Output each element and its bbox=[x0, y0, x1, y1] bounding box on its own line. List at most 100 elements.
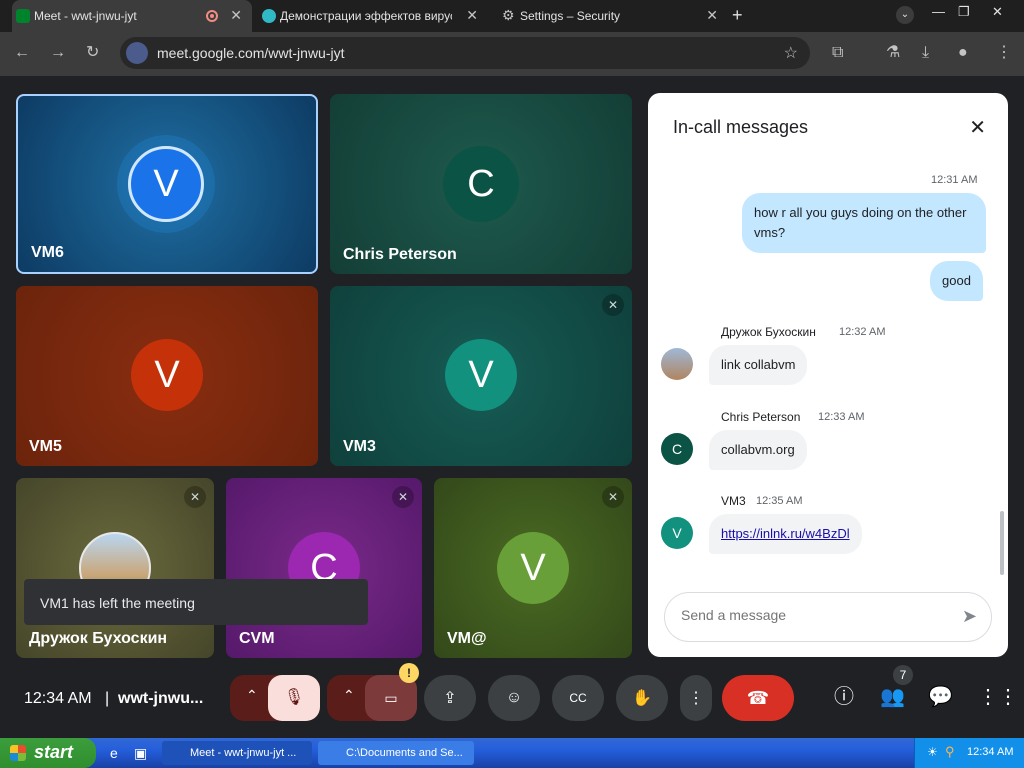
participant-tile[interactable]: V VM6 bbox=[16, 94, 318, 274]
mic-muted-icon: ✕ bbox=[602, 486, 624, 508]
start-button[interactable]: start bbox=[0, 738, 96, 768]
microphone-site-icon[interactable] bbox=[126, 42, 148, 64]
search-icon[interactable]: ⚲ bbox=[945, 744, 955, 760]
incoming-message: collabvm.org bbox=[709, 430, 807, 470]
separator: | bbox=[105, 690, 110, 707]
participant-name: Chris Peterson bbox=[343, 246, 457, 263]
download-icon[interactable]: ⤓ bbox=[922, 45, 929, 61]
avatar: C bbox=[443, 146, 519, 222]
participant-tile[interactable]: ✕ V VM@ bbox=[434, 478, 632, 658]
minimize-icon[interactable]: — bbox=[932, 4, 945, 19]
message-time: 12:31 AM bbox=[931, 174, 978, 186]
message-sender: Дружок Бухоскин bbox=[721, 325, 816, 339]
more-options-button[interactable]: ⋮ bbox=[680, 675, 712, 721]
participant-name: VM@ bbox=[447, 630, 487, 647]
close-window-icon[interactable]: ✕ bbox=[992, 4, 1003, 20]
close-icon[interactable]: ✕ bbox=[706, 8, 718, 22]
forward-icon[interactable]: → bbox=[50, 44, 66, 62]
chevron-up-icon[interactable]: ⌃ bbox=[246, 687, 258, 704]
url-text[interactable]: meet.google.com/wwt-jnwu-jyt bbox=[157, 45, 345, 61]
participant-tile[interactable]: V VM5 bbox=[16, 286, 318, 466]
tab-settings[interactable]: ⚙ Settings – Security ✕ bbox=[498, 0, 728, 32]
tab-settings-label: Settings – Security bbox=[520, 9, 621, 23]
send-icon[interactable]: ➤ bbox=[962, 606, 977, 627]
mic-off-button[interactable]: 🎙 bbox=[268, 675, 320, 721]
avatar: V bbox=[445, 339, 517, 411]
network-icon[interactable]: ☀ bbox=[927, 745, 938, 759]
info-icon[interactable]: ⓘ bbox=[834, 686, 854, 708]
taskbar-item-meet[interactable]: Meet - wwt-jnwu-jyt ... bbox=[162, 741, 312, 765]
gear-icon: ⚙ bbox=[502, 7, 515, 23]
tab-virus-demos-label: Демонстрации эффектов вирусов bbox=[280, 9, 452, 23]
taskbar: start e ▣ Meet - wwt-jnwu-jyt ... C:\Doc… bbox=[0, 738, 1024, 768]
activities-icon[interactable]: ⋮⋮ bbox=[978, 686, 1018, 708]
close-icon[interactable]: ✕ bbox=[230, 8, 242, 22]
participant-tile[interactable]: C Chris Peterson bbox=[330, 94, 632, 274]
taskbar-item-cmd[interactable]: C:\Documents and Se... bbox=[318, 741, 474, 765]
address-bar[interactable]: meet.google.com/wwt-jnwu-jyt ☆ bbox=[120, 37, 810, 69]
new-tab-icon[interactable]: + bbox=[732, 6, 743, 24]
outgoing-message: good bbox=[930, 261, 983, 301]
chat-panel: In-call messages ✕ 12:31 AM how r all yo… bbox=[648, 93, 1008, 657]
outgoing-message: how r all you guys doing on the other vm… bbox=[742, 193, 986, 253]
system-tray: ☀ ⚲ 12:34 AM bbox=[914, 738, 1024, 768]
browser-toolbar: ← → ↻ meet.google.com/wwt-jnwu-jyt ☆ ⧉ ⚗… bbox=[0, 32, 1024, 76]
tab-search-icon[interactable]: ⌄ bbox=[896, 6, 914, 24]
people-icon[interactable]: 👥 bbox=[880, 686, 905, 708]
tab-virus-demos[interactable]: Демонстрации эффектов вирусов ✕ bbox=[258, 0, 488, 32]
emoji-button[interactable]: ☺ bbox=[488, 675, 540, 721]
task-label: Meet - wwt-jnwu-jyt ... bbox=[190, 747, 297, 759]
avatar: C bbox=[661, 433, 693, 465]
reload-icon[interactable]: ↻ bbox=[86, 44, 99, 62]
present-screen-button[interactable]: ⇪ bbox=[424, 675, 476, 721]
incoming-message: https://inlnk.ru/w4BzDl bbox=[709, 514, 862, 554]
mic-muted-icon: ✕ bbox=[392, 486, 414, 508]
participant-name: Дружок Бухоскин bbox=[29, 630, 168, 647]
participant-name: VM3 bbox=[343, 438, 376, 455]
close-icon[interactable]: ✕ bbox=[466, 8, 478, 22]
warning-badge: ! bbox=[399, 663, 419, 683]
message-composer: ➤ bbox=[664, 592, 992, 642]
extensions-icon[interactable]: ⧉ bbox=[832, 45, 843, 61]
recording-icon bbox=[206, 10, 218, 22]
windows-logo-icon bbox=[10, 745, 26, 761]
captions-button[interactable]: CC bbox=[552, 675, 604, 721]
participant-tile[interactable]: ✕ C CVM bbox=[226, 478, 422, 658]
avatar: V bbox=[497, 532, 569, 604]
message-sender: Chris Peterson bbox=[721, 410, 801, 424]
chat-scrollbar[interactable] bbox=[1000, 511, 1004, 575]
meet-stage: V VM6 C Chris Peterson V VM5 ✕ V VM3 ✕ Д… bbox=[0, 76, 1024, 738]
close-icon[interactable]: ✕ bbox=[969, 115, 986, 140]
meeting-code[interactable]: wwt-jnwu... bbox=[118, 690, 203, 708]
ie-icon[interactable]: e bbox=[110, 745, 118, 761]
chevron-up-icon[interactable]: ⌃ bbox=[343, 687, 355, 704]
avatar: V bbox=[661, 517, 693, 549]
meet-favicon bbox=[16, 9, 30, 23]
raise-hand-button[interactable]: ✋ bbox=[616, 675, 668, 721]
message-time: 12:35 AM bbox=[756, 495, 803, 507]
incoming-message: link collabvm bbox=[709, 345, 808, 385]
message-time: 12:33 AM bbox=[818, 411, 865, 423]
bookmark-star-icon[interactable]: ☆ bbox=[784, 43, 798, 63]
profile-icon[interactable]: ● bbox=[958, 45, 968, 61]
back-icon[interactable]: ← bbox=[14, 44, 30, 62]
message-link[interactable]: https://inlnk.ru/w4BzDl bbox=[721, 526, 850, 541]
chat-icon[interactable]: 💬 bbox=[928, 686, 953, 708]
people-count-badge: 7 bbox=[893, 665, 913, 685]
participant-tile[interactable]: ✕ Дружок Бухоскин bbox=[16, 478, 214, 658]
menu-icon[interactable]: ⋮ bbox=[996, 45, 1012, 61]
message-input[interactable] bbox=[681, 607, 941, 623]
dog-photo-avatar bbox=[661, 348, 693, 380]
task-label: C:\Documents and Se... bbox=[346, 747, 463, 759]
participant-name: VM5 bbox=[29, 438, 62, 455]
mic-muted-icon: ✕ bbox=[184, 486, 206, 508]
cloud-favicon bbox=[262, 9, 276, 23]
participant-tile[interactable]: ✕ V VM3 bbox=[330, 286, 632, 466]
show-desktop-icon[interactable]: ▣ bbox=[134, 745, 147, 762]
meeting-clock: 12:34 AM bbox=[24, 690, 92, 707]
tab-meet[interactable]: Meet - wwt-jnwu-jyt ✕ bbox=[12, 0, 252, 32]
tab-meet-label: Meet - wwt-jnwu-jyt bbox=[34, 9, 137, 23]
restore-icon[interactable]: ❐ bbox=[958, 4, 970, 20]
labs-icon[interactable]: ⚗ bbox=[886, 45, 900, 61]
leave-call-button[interactable]: ☎ bbox=[722, 675, 794, 721]
